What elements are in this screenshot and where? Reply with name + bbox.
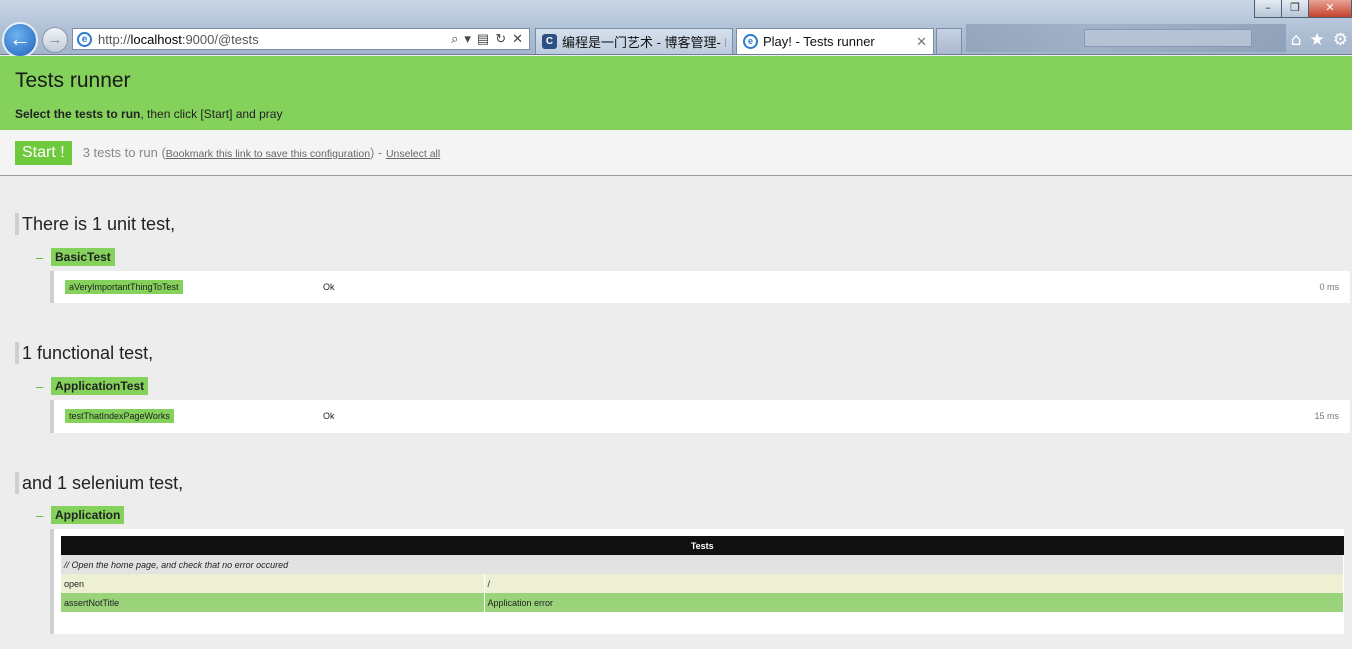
tab-tests-runner[interactable]: e Play! - Tests runner ✕ <box>736 28 934 54</box>
test-class-name[interactable]: BasicTest <box>51 248 115 266</box>
search-icon[interactable]: ⌕ <box>451 31 458 47</box>
test-duration: 15 ms <box>1314 411 1339 421</box>
compatibility-icon[interactable]: ▤ <box>477 31 489 47</box>
test-class-row[interactable]: – BasicTest <box>36 248 115 266</box>
test-method-name[interactable]: aVeryImportantThingToTest <box>65 280 183 294</box>
address-tools: ⌕ ▾ ▤ ↻ ✕ <box>451 31 529 47</box>
test-class-name[interactable]: ApplicationTest <box>51 377 149 395</box>
test-status: Ok <box>323 282 335 292</box>
run-toolbar: Start ! 3 tests to run (Bookmark this li… <box>0 130 1352 176</box>
table-header: Tests <box>61 536 1344 555</box>
page-title: Tests runner <box>15 69 131 92</box>
page-subtitle: Select the tests to run, then click [Sta… <box>15 107 283 121</box>
command-cell: open <box>61 574 485 593</box>
toolbar-icons: ⌂ ★ ⚙ <box>1291 30 1348 50</box>
favorites-star-icon[interactable]: ★ <box>1310 30 1325 50</box>
command-cell: assertNotTitle <box>61 593 485 612</box>
window-controls: – ❐ ✕ <box>1254 0 1352 18</box>
table-comment: // Open the home page, and check that no… <box>61 555 1344 574</box>
ie-tab-icon: e <box>743 34 758 49</box>
close-tab-icon[interactable]: ✕ <box>916 34 927 50</box>
test-method-name[interactable]: testThatIndexPageWorks <box>65 409 174 423</box>
collapse-icon[interactable]: – <box>36 250 51 265</box>
test-row: aVeryImportantThingToTest Ok 0 ms <box>50 271 1350 303</box>
test-duration: 0 ms <box>1319 282 1339 292</box>
maximize-button[interactable]: ❐ <box>1281 0 1308 18</box>
unselect-all-link[interactable]: Unselect all <box>386 148 440 160</box>
address-url[interactable]: http://localhost:9000/@tests <box>98 32 451 47</box>
browser-chrome: – ❐ ✕ ← → e http://localhost:9000/@tests… <box>0 0 1352 58</box>
section-title: There is 1 unit test, <box>15 213 175 235</box>
close-window-button[interactable]: ✕ <box>1308 0 1352 18</box>
target-cell: Application error <box>484 593 1344 612</box>
stop-icon[interactable]: ✕ <box>512 31 523 47</box>
test-row: testThatIndexPageWorks Ok 15 ms <box>50 400 1350 433</box>
refresh-icon[interactable]: ↻ <box>495 31 506 47</box>
minimize-button[interactable]: – <box>1254 0 1281 18</box>
test-class-name[interactable]: Application <box>51 506 125 524</box>
forward-button[interactable]: → <box>42 27 68 53</box>
back-button[interactable]: ← <box>2 22 38 58</box>
tab-label: 编程是一门艺术 - 博客管理- I... <box>562 35 726 50</box>
section-title: 1 functional test, <box>15 342 153 364</box>
blurred-background <box>966 24 1286 52</box>
test-class-row[interactable]: – ApplicationTest <box>36 377 149 395</box>
forward-arrow-icon: → <box>47 31 63 48</box>
page-header: Tests runner Select the tests to run, th… <box>0 56 1352 130</box>
start-button[interactable]: Start ! <box>15 140 72 165</box>
page-content: Tests runner Select the tests to run, th… <box>0 56 1352 649</box>
blog-icon: C <box>542 34 557 49</box>
selenium-table-box: Tests // Open the home page, and check t… <box>50 529 1344 634</box>
gear-icon[interactable]: ⚙ <box>1333 30 1348 50</box>
new-tab-button[interactable] <box>936 28 962 54</box>
tab-blog[interactable]: C 编程是一门艺术 - 博客管理- I... <box>535 28 733 54</box>
selenium-table: Tests // Open the home page, and check t… <box>61 536 1344 612</box>
ie-page-icon: e <box>77 31 92 47</box>
back-arrow-icon: ← <box>9 26 31 51</box>
tab-label: Play! - Tests runner <box>763 34 875 49</box>
bookmark-link[interactable]: Bookmark this link to save this configur… <box>166 148 370 160</box>
address-bar[interactable]: e http://localhost:9000/@tests ⌕ ▾ ▤ ↻ ✕ <box>72 28 530 50</box>
collapse-icon[interactable]: – <box>36 379 51 394</box>
section-title: and 1 selenium test, <box>15 472 183 494</box>
test-status: Ok <box>323 411 335 421</box>
table-row: assertNotTitle Application error <box>61 593 1344 612</box>
test-class-row[interactable]: – Application <box>36 506 125 524</box>
collapse-icon[interactable]: – <box>36 508 51 523</box>
dropdown-icon[interactable]: ▾ <box>464 31 471 47</box>
target-cell: / <box>484 574 1344 593</box>
table-row: open / <box>61 574 1344 593</box>
tests-count: 3 tests to run (Bookmark this link to sa… <box>82 145 441 160</box>
home-icon[interactable]: ⌂ <box>1291 30 1302 50</box>
